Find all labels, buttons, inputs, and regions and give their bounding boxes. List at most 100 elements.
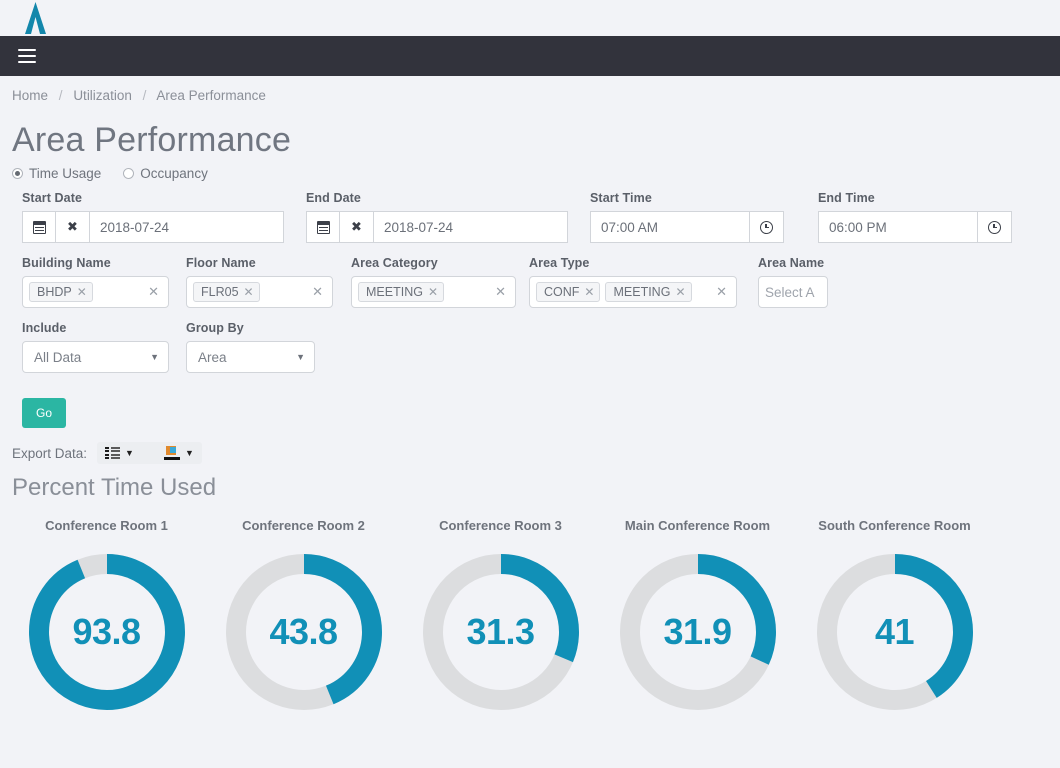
radio-time-usage-label: Time Usage: [29, 166, 102, 181]
group-by-value: Area: [198, 349, 227, 365]
field-area-type: Area Type CONF ✕ MEETING ✕ ✕: [529, 256, 737, 308]
donut-chart-label: Main Conference Room: [624, 518, 771, 533]
donut-graphic: 31.9: [613, 547, 783, 717]
breadcrumb-home[interactable]: Home: [12, 88, 48, 103]
chart-title: Percent Time Used: [12, 474, 217, 501]
clock-icon[interactable]: [978, 211, 1012, 243]
filter-row-areas: Building Name BHDP ✕ ✕ Floor Name FLR05 …: [22, 256, 1060, 308]
area-name-placeholder: Select A: [765, 284, 815, 300]
tag-remove-icon[interactable]: ✕: [584, 285, 594, 299]
clear-x-icon[interactable]: ✕: [148, 284, 159, 300]
tag-remove-icon[interactable]: ✕: [675, 285, 685, 299]
tag-remove-icon[interactable]: ✕: [428, 285, 438, 299]
lambda-logo-icon[interactable]: [14, 0, 58, 36]
clear-x-icon[interactable]: ✕: [495, 284, 506, 300]
end-time-input[interactable]: [818, 211, 978, 243]
donut-value: 93.8: [72, 611, 141, 652]
floor-name-label: Floor Name: [186, 256, 256, 270]
end-time-input-group: [818, 211, 1012, 243]
end-date-input[interactable]: [374, 211, 568, 243]
page-title: Area Performance: [12, 121, 292, 159]
filter-row-datetime: Start Date ✖ End Date ✖ Start Time En: [22, 191, 1060, 243]
start-time-input[interactable]: [590, 211, 750, 243]
field-building-name: Building Name BHDP ✕ ✕: [22, 256, 169, 308]
end-date-label: End Date: [306, 191, 361, 205]
donut-chart-item: Conference Room 2 43.8: [205, 518, 402, 717]
clear-x-icon[interactable]: ✕: [716, 284, 727, 300]
breadcrumb-separator: /: [142, 88, 147, 103]
chevron-down-icon: ▼: [296, 352, 305, 362]
field-group-by: Group By Area ▼: [186, 321, 315, 373]
mode-radio-group: Time Usage Occupancy: [12, 166, 1060, 181]
donut-chart-label: Conference Room 3: [439, 518, 562, 533]
clear-x-icon[interactable]: ✕: [312, 284, 323, 300]
radio-unselected-icon: [123, 168, 135, 179]
tag-item[interactable]: FLR05 ✕: [193, 282, 260, 302]
clear-x-icon[interactable]: ✖: [340, 211, 374, 243]
breadcrumb: Home / Utilization / Area Performance: [0, 76, 1060, 107]
field-floor-name: Floor Name FLR05 ✕ ✕: [186, 256, 333, 308]
top-navbar: [0, 36, 1060, 76]
tag-item[interactable]: MEETING ✕: [358, 282, 445, 302]
export-list-button[interactable]: ▼: [105, 446, 134, 460]
field-area-category: Area Category MEETING ✕ ✕: [351, 256, 516, 308]
caret-down-icon: ▼: [125, 448, 134, 458]
start-date-input[interactable]: [90, 211, 284, 243]
calendar-icon[interactable]: [22, 211, 56, 243]
calendar-icon[interactable]: [306, 211, 340, 243]
go-button[interactable]: Go: [22, 398, 66, 428]
export-list-icon: [105, 446, 120, 460]
field-start-time: Start Time: [590, 191, 784, 243]
donut-chart-row: Conference Room 1 93.8 Conference Room 2 43…: [0, 518, 1060, 717]
tag-remove-icon[interactable]: ✕: [244, 285, 254, 299]
donut-graphic: 31.3: [416, 547, 586, 717]
donut-value: 31.3: [466, 611, 535, 652]
field-include: Include All Data ▼: [22, 321, 169, 373]
donut-chart-label: Conference Room 2: [242, 518, 365, 533]
donut-chart-item: Conference Room 3 31.3: [402, 518, 599, 717]
start-time-label: Start Time: [590, 191, 652, 205]
donut-graphic: 43.8: [219, 547, 389, 717]
group-by-select[interactable]: Area ▼: [186, 341, 315, 373]
breadcrumb-utilization[interactable]: Utilization: [73, 88, 132, 103]
donut-chart-item: South Conference Room 41: [796, 518, 993, 717]
breadcrumb-current: Area Performance: [156, 88, 266, 103]
radio-occupancy[interactable]: Occupancy: [123, 166, 208, 181]
include-value: All Data: [34, 349, 82, 365]
caret-down-icon: ▼: [184, 448, 194, 458]
clear-x-icon[interactable]: ✖: [56, 211, 90, 243]
donut-value: 41: [874, 611, 915, 652]
floor-name-multiselect[interactable]: FLR05 ✕ ✕: [186, 276, 333, 308]
filter-form: Start Date ✖ End Date ✖ Start Time En: [0, 191, 1060, 373]
include-select[interactable]: All Data ▼: [22, 341, 169, 373]
donut-chart-label: Conference Room 1: [45, 518, 168, 533]
radio-selected-icon: [12, 168, 23, 179]
building-name-multiselect[interactable]: BHDP ✕ ✕: [22, 276, 169, 308]
field-area-name: Area Name Select A: [758, 256, 828, 308]
chevron-down-icon: ▼: [150, 352, 159, 362]
area-category-multiselect[interactable]: MEETING ✕ ✕: [351, 276, 516, 308]
tag-label: BHDP: [37, 285, 72, 299]
building-name-label: Building Name: [22, 256, 111, 270]
tag-item[interactable]: CONF ✕: [536, 282, 601, 302]
hamburger-menu-icon[interactable]: [18, 49, 36, 63]
tag-item[interactable]: MEETING ✕: [605, 282, 692, 302]
export-image-button[interactable]: ▼: [163, 446, 194, 460]
field-end-date: End Date ✖: [306, 191, 568, 243]
area-type-label: Area Type: [529, 256, 590, 270]
tag-item[interactable]: BHDP ✕: [29, 282, 93, 302]
group-by-label: Group By: [186, 321, 244, 335]
donut-chart-label: South Conference Room: [818, 518, 971, 533]
end-time-label: End Time: [818, 191, 875, 205]
filter-row-options: Include All Data ▼ Group By Area ▼: [22, 321, 1060, 373]
area-name-label: Area Name: [758, 256, 825, 270]
area-type-multiselect[interactable]: CONF ✕ MEETING ✕ ✕: [529, 276, 737, 308]
export-image-icon: [163, 446, 180, 460]
tag-label: CONF: [544, 285, 580, 299]
area-name-multiselect[interactable]: Select A: [758, 276, 828, 308]
clock-icon[interactable]: [750, 211, 784, 243]
radio-time-usage[interactable]: Time Usage: [12, 166, 101, 181]
tag-remove-icon[interactable]: ✕: [77, 285, 87, 299]
donut-graphic: 93.8: [22, 547, 192, 717]
export-data-label: Export Data:: [12, 445, 88, 461]
